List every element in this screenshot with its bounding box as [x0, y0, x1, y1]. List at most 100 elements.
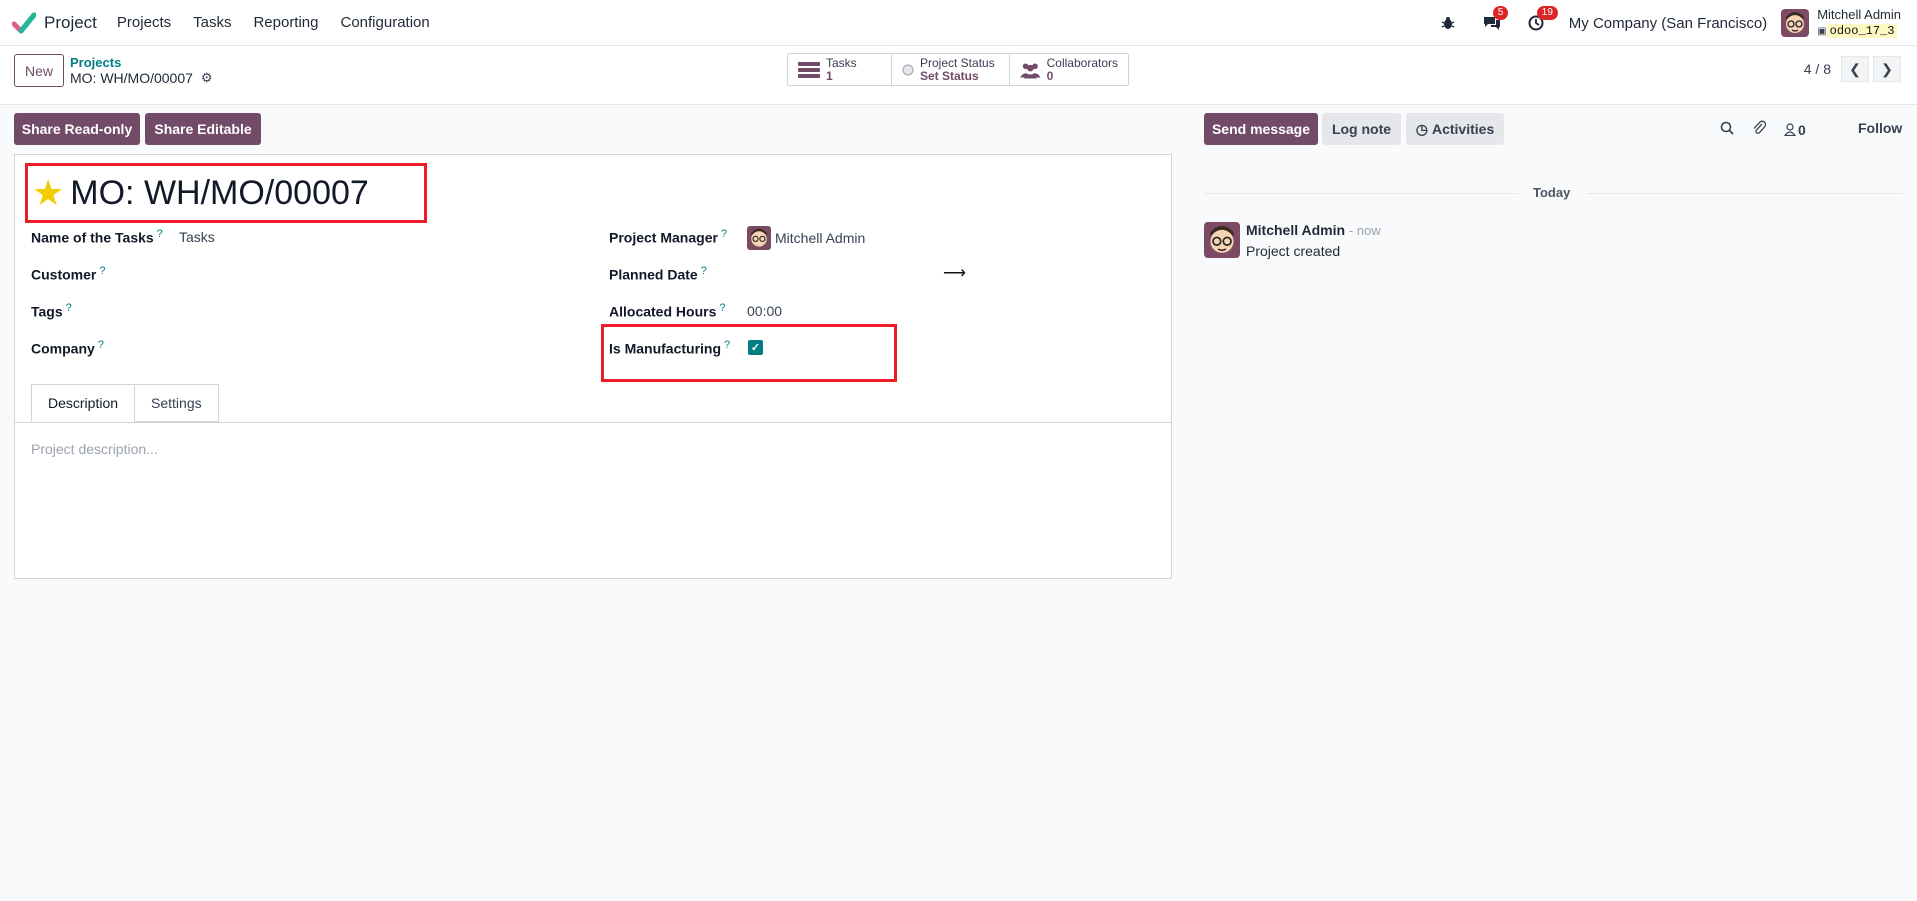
- company-field[interactable]: [179, 339, 579, 359]
- project-manager-label: Project Manager?: [609, 228, 728, 246]
- tasks-smart-value: 1: [826, 68, 833, 83]
- help-icon[interactable]: ?: [724, 339, 730, 351]
- help-icon[interactable]: ?: [99, 265, 105, 277]
- project-status-smart-button[interactable]: Project Status Set Status: [892, 54, 1010, 85]
- activities-button[interactable]: ◷ Activities: [1406, 113, 1504, 145]
- tab-settings[interactable]: Settings: [135, 384, 219, 422]
- company-switcher[interactable]: My Company (San Francisco): [1569, 15, 1767, 32]
- project-status-value: Set Status: [920, 68, 979, 83]
- allocated-hours-field[interactable]: 00:00: [747, 303, 782, 319]
- breadcrumb-current: MO: WH/MO/00007: [70, 70, 193, 86]
- project-title[interactable]: MO: WH/MO/00007: [70, 174, 369, 213]
- message-author[interactable]: Mitchell Admin - now: [1246, 222, 1381, 238]
- clock-icon[interactable]: 19: [1525, 6, 1558, 34]
- gear-icon[interactable]: ⚙: [201, 70, 213, 86]
- app-brand[interactable]: Project: [12, 12, 97, 34]
- collaborators-label: Collaborators: [1046, 55, 1118, 70]
- menu-reporting[interactable]: Reporting: [253, 14, 318, 31]
- help-icon[interactable]: ?: [66, 302, 72, 314]
- main-menu: Projects Tasks Reporting Configuration: [117, 14, 452, 31]
- database-icon: ▣: [1817, 26, 1827, 37]
- date-separator: Today: [1533, 185, 1571, 200]
- top-navbar: Project Projects Tasks Reporting Configu…: [0, 0, 1917, 46]
- pager-value[interactable]: 4 / 8: [1804, 61, 1831, 77]
- messages-icon[interactable]: 5: [1481, 6, 1509, 34]
- planned-date-label: Planned Date?: [609, 265, 707, 283]
- control-panel: New Projects MO: WH/MO/00007 ⚙ Tasks 1 P…: [0, 46, 1917, 105]
- message-time: - now: [1348, 223, 1381, 238]
- tasks-smart-label: Tasks: [826, 55, 857, 70]
- message-body: Project created: [1246, 243, 1341, 259]
- send-message-button[interactable]: Send message: [1204, 113, 1318, 145]
- project-manager-name: Mitchell Admin: [775, 230, 866, 246]
- collaborators-value: 0: [1046, 68, 1054, 83]
- chatter-topbar-icons: 0: [1720, 120, 1842, 139]
- pager-previous-button[interactable]: ❮: [1841, 56, 1869, 82]
- tasks-smart-button[interactable]: Tasks 1: [788, 54, 892, 85]
- customer-field[interactable]: [179, 265, 579, 285]
- menu-projects[interactable]: Projects: [117, 14, 171, 31]
- tags-label: Tags?: [31, 302, 72, 320]
- help-icon[interactable]: ?: [157, 228, 163, 240]
- name-of-tasks-field[interactable]: Tasks: [179, 229, 215, 245]
- help-icon[interactable]: ?: [719, 302, 725, 314]
- project-status-label: Project Status: [920, 55, 995, 70]
- divider: [1587, 193, 1903, 194]
- database-name: odoo_17_3: [1826, 24, 1898, 38]
- log-note-button[interactable]: Log note: [1322, 113, 1401, 145]
- breadcrumb-projects[interactable]: Projects: [70, 55, 121, 70]
- clock-icon: ◷: [1415, 120, 1428, 137]
- company-label: Company?: [31, 339, 104, 357]
- notebook-tabs: Description Settings: [31, 384, 219, 422]
- divider: [1204, 193, 1518, 194]
- bug-icon[interactable]: [1437, 12, 1459, 34]
- chevron-left-icon: ❮: [1849, 60, 1861, 77]
- paperclip-icon[interactable]: [1752, 120, 1767, 139]
- user-menu[interactable]: Mitchell Admin ▣ odoo_17_3: [1781, 7, 1901, 39]
- allocated-hours-label: Allocated Hours?: [609, 302, 726, 320]
- app-name: Project: [44, 12, 97, 32]
- avatar: [1781, 9, 1810, 37]
- status-circle-icon: [902, 64, 914, 75]
- tags-field[interactable]: [179, 302, 579, 322]
- project-app-icon: [12, 12, 36, 33]
- systray: 5 19 My Company (San Francisco) Mitchell…: [1437, 0, 1917, 46]
- help-icon[interactable]: ?: [98, 339, 104, 351]
- search-icon[interactable]: [1720, 121, 1734, 138]
- planned-date-start-field[interactable]: [747, 265, 947, 285]
- users-icon: [1020, 62, 1041, 78]
- is-manufacturing-label: Is Manufacturing?: [609, 339, 731, 357]
- help-icon[interactable]: ?: [701, 265, 707, 277]
- title-highlight: ★ MO: WH/MO/00007: [25, 163, 427, 223]
- form-sheet: ★ MO: WH/MO/00007 Name of the Tasks? Tas…: [14, 154, 1172, 579]
- user-name: Mitchell Admin: [1817, 7, 1901, 22]
- is-manufacturing-checkbox[interactable]: ✓: [748, 340, 763, 355]
- user-icon: [1784, 123, 1796, 136]
- tab-description[interactable]: Description: [31, 384, 136, 422]
- menu-tasks[interactable]: Tasks: [193, 14, 231, 31]
- collaborators-smart-button[interactable]: Collaborators 0: [1010, 54, 1128, 85]
- project-manager-field[interactable]: Mitchell Admin: [747, 226, 865, 250]
- new-button[interactable]: New: [14, 54, 64, 87]
- tasks-icon: [798, 61, 820, 78]
- avatar: [747, 226, 771, 250]
- activities-badge: 19: [1536, 6, 1558, 20]
- smart-buttons: Tasks 1 Project Status Set Status Collab…: [787, 53, 1129, 86]
- description-editor[interactable]: Project description...: [31, 441, 158, 457]
- activities-label: Activities: [1431, 121, 1495, 137]
- arrow-right-icon: ⟶: [943, 265, 966, 282]
- avatar[interactable]: [1204, 222, 1240, 258]
- checkmark-icon: ✓: [750, 342, 761, 354]
- star-icon[interactable]: ★: [32, 175, 64, 211]
- pager: 4 / 8 ❮ ❯: [1804, 56, 1901, 82]
- pager-next-button[interactable]: ❯: [1873, 56, 1901, 82]
- follow-button[interactable]: Follow: [1858, 120, 1902, 136]
- share-read-only-button[interactable]: Share Read-only: [14, 113, 140, 145]
- share-editable-button[interactable]: Share Editable: [145, 113, 261, 145]
- chevron-right-icon: ❯: [1881, 60, 1893, 77]
- name-of-tasks-label: Name of the Tasks?: [31, 228, 163, 246]
- followers-count: 0: [1798, 121, 1806, 138]
- help-icon[interactable]: ?: [721, 228, 727, 240]
- menu-configuration[interactable]: Configuration: [341, 14, 430, 31]
- followers-button[interactable]: 0: [1784, 122, 1824, 138]
